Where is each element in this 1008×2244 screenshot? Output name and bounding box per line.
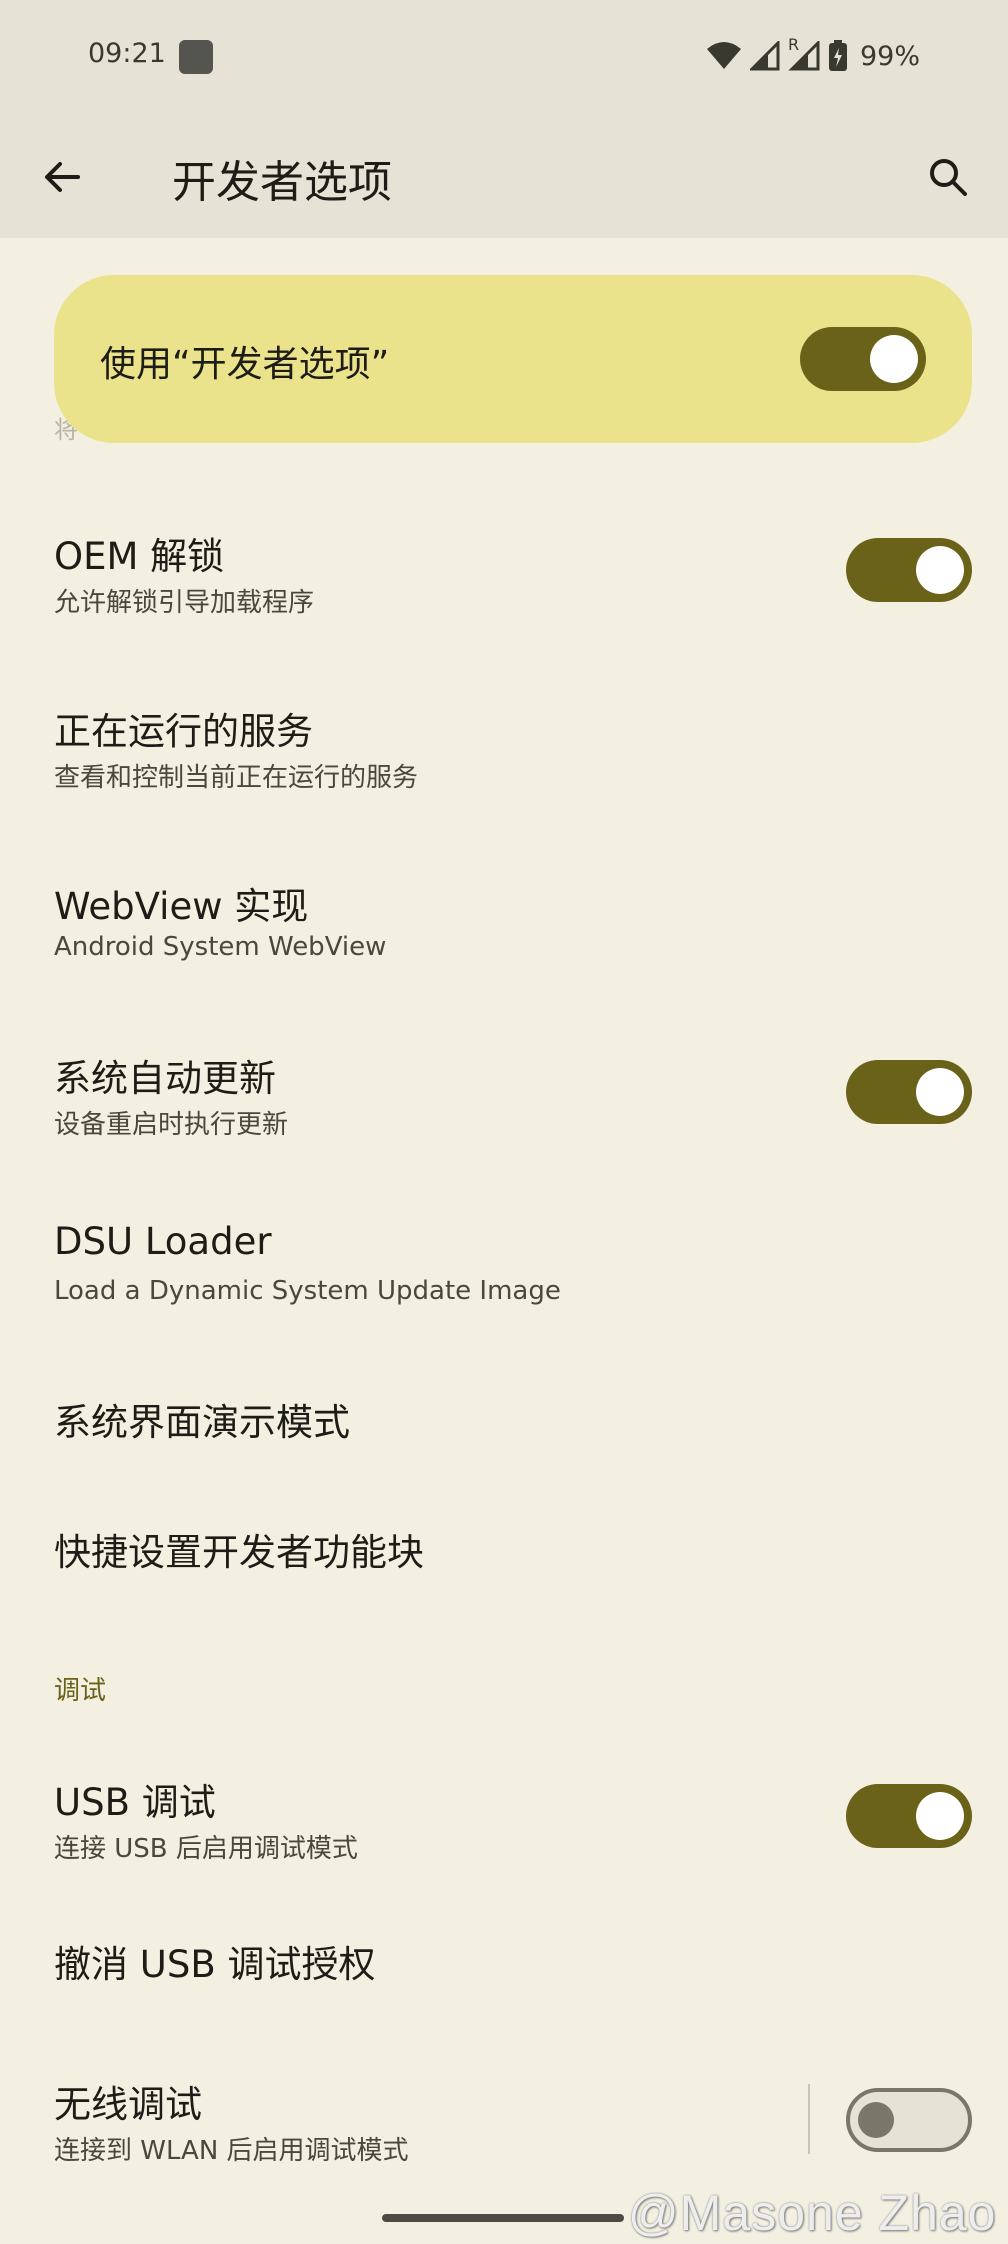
status-time: 09:21 [88, 38, 166, 69]
back-button[interactable] [32, 149, 92, 209]
setting-ui-demo-mode[interactable]: 系统界面演示模式 [0, 1370, 1008, 1480]
app-bar: 开发者选项 [0, 116, 1008, 238]
setting-title: 无线调试 [54, 2083, 202, 2126]
setting-subtitle: 设备重启时执行更新 [54, 1110, 289, 1140]
setting-quick-settings-tiles[interactable]: 快捷设置开发者功能块 [0, 1500, 1008, 1610]
watermark: @Masone Zhao [628, 2185, 997, 2241]
setting-title: USB 调试 [54, 1781, 216, 1824]
wifi-icon [706, 41, 742, 71]
setting-title: 撤消 USB 调试授权 [54, 1943, 376, 1986]
setting-title: WebView 实现 [54, 885, 309, 928]
gesture-nav-handle[interactable] [382, 2214, 624, 2222]
auto-update-toggle[interactable] [846, 1060, 972, 1124]
usb-debugging-toggle[interactable] [846, 1784, 972, 1848]
setting-subtitle: Android System WebView [54, 932, 387, 962]
setting-revoke-usb-auth[interactable]: 撤消 USB 调试授权 [0, 1912, 1008, 2022]
oem-unlock-toggle[interactable] [846, 538, 972, 602]
setting-subtitle: 连接到 WLAN 后启用调试模式 [54, 2136, 409, 2166]
wireless-debugging-toggle[interactable] [846, 2088, 972, 2152]
setting-subtitle: 连接 USB 后启用调试模式 [54, 1834, 358, 1864]
master-switch-label: 使用“开发者选项” [100, 344, 390, 385]
setting-title: 正在运行的服务 [54, 710, 313, 753]
roaming-signal-icon: R [788, 35, 820, 71]
app-notification-icon [179, 40, 213, 74]
setting-title: 系统界面演示模式 [54, 1401, 350, 1444]
setting-title: 快捷设置开发者功能块 [54, 1531, 424, 1574]
setting-title: 系统自动更新 [54, 1057, 276, 1100]
battery-percent: 99% [859, 40, 920, 72]
wireless-debugging-divider [808, 2084, 810, 2154]
status-bar: 09:21 R 99% [0, 0, 1008, 116]
status-icons: R 99% [706, 35, 920, 76]
setting-title: OEM 解锁 [54, 535, 225, 578]
setting-title: DSU Loader [54, 1220, 272, 1263]
setting-oem-unlock[interactable]: OEM 解锁 允许解锁引导加载程序 [0, 500, 1008, 640]
setting-usb-debugging[interactable]: USB 调试 连接 USB 后启用调试模式 [0, 1746, 1008, 1886]
setting-auto-update[interactable]: 系统自动更新 设备重启时执行更新 [0, 1022, 1008, 1162]
setting-subtitle: Load a Dynamic System Update Image [54, 1276, 561, 1306]
page-title: 开发者选项 [172, 157, 392, 208]
developer-options-master-switch[interactable]: 使用“开发者选项” [54, 275, 972, 443]
search-button[interactable] [918, 149, 978, 209]
setting-dsu-loader[interactable]: DSU Loader Load a Dynamic System Update … [0, 1194, 1008, 1334]
setting-subtitle: 查看和控制当前正在运行的服务 [54, 763, 419, 793]
battery-icon [828, 40, 848, 72]
master-toggle[interactable] [800, 327, 926, 391]
search-icon [927, 156, 969, 202]
section-header-debug: 调试 [54, 1676, 107, 1706]
setting-webview[interactable]: WebView 实现 Android System WebView [0, 850, 1008, 990]
setting-running-services[interactable]: 正在运行的服务 查看和控制当前正在运行的服务 [0, 675, 1008, 815]
signal-icon [749, 41, 780, 71]
arrow-back-icon [42, 157, 82, 201]
roaming-label: R [787, 35, 800, 54]
setting-subtitle: 允许解锁引导加载程序 [54, 588, 315, 618]
